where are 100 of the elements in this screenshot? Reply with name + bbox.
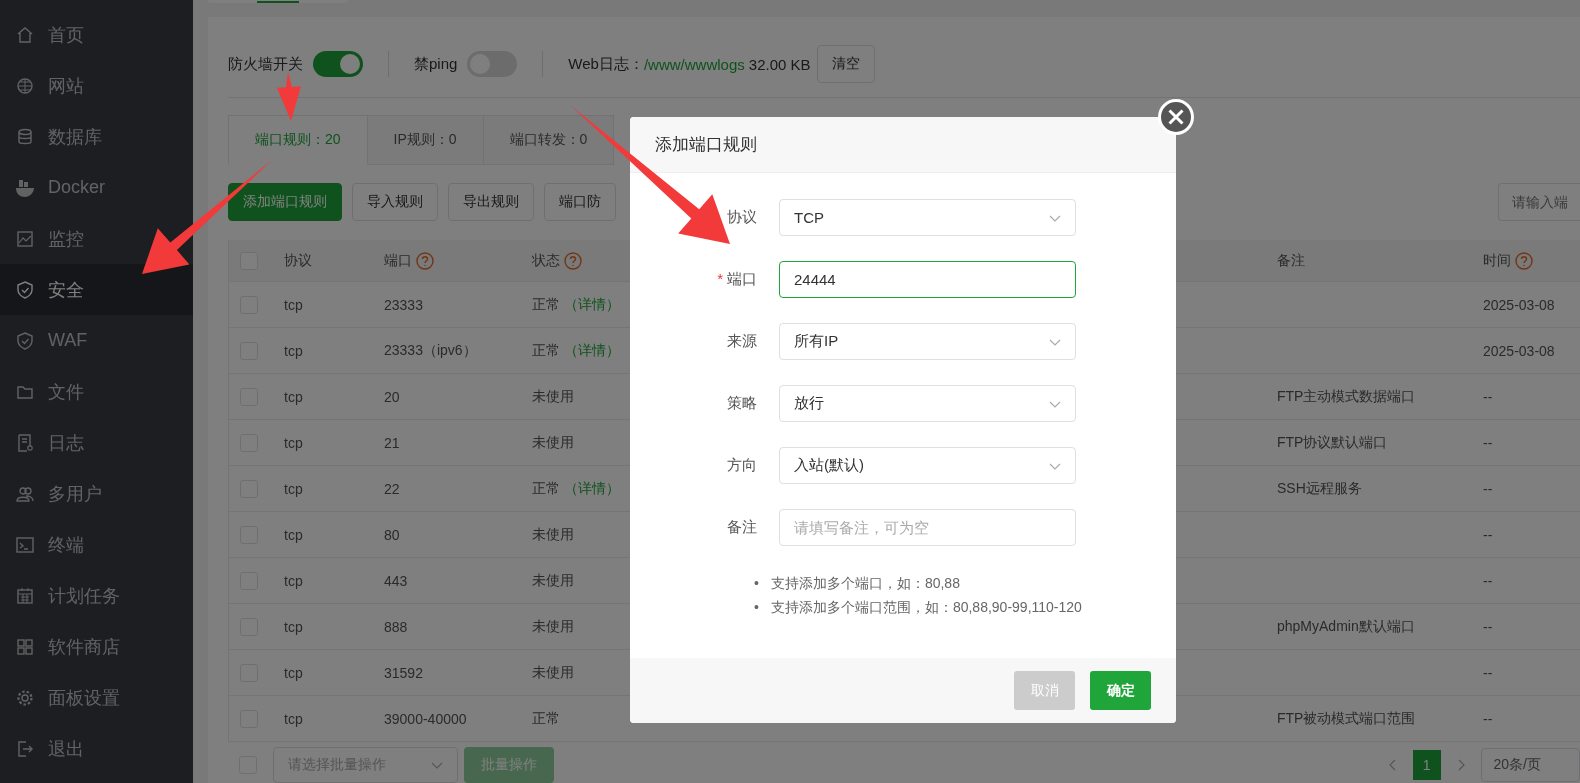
status-text: 正常: [532, 709, 560, 728]
details-link[interactable]: （详情）: [564, 479, 620, 498]
web-log-label: Web日志：: [568, 54, 644, 74]
table-cell: tcp: [284, 618, 303, 635]
status-text: 正常: [532, 295, 560, 314]
details-link[interactable]: （详情）: [564, 295, 620, 314]
settings-icon: [16, 688, 34, 707]
globe-icon: [16, 76, 34, 95]
status-text: 未使用: [532, 387, 574, 406]
required-mark: *: [717, 270, 723, 289]
table-cell: 21: [384, 434, 400, 451]
toggle-switch[interactable]: [313, 51, 363, 77]
field-label: 策略: [727, 394, 757, 413]
tab[interactable]: 端口转发：0: [483, 115, 615, 165]
table-cell: phpMyAdmin默认端口: [1277, 617, 1415, 636]
log-size: 32.00 KB: [748, 55, 811, 73]
page-size-select[interactable]: 20条/页: [1480, 748, 1580, 782]
table-cell: --: [1483, 664, 1493, 681]
field-label: 方向: [727, 456, 757, 475]
field-label: 来源: [727, 332, 757, 351]
confirm-button[interactable]: 确定: [1090, 671, 1151, 710]
sidebar-item[interactable]: 数据库: [0, 111, 193, 162]
help-icon[interactable]: [1515, 251, 1533, 270]
table-cell: FTP协议默认端口: [1277, 433, 1388, 452]
toggle-label: 防火墙开关: [228, 54, 303, 74]
status-text: 正常: [532, 479, 560, 498]
column-header: 备注: [1277, 251, 1305, 270]
help-icon[interactable]: [416, 251, 434, 270]
column-header: 协议: [284, 251, 312, 270]
table-cell: 22: [384, 480, 400, 497]
sidebar-item[interactable]: 监控: [0, 213, 193, 264]
column-header: 端口: [384, 251, 412, 270]
action-button[interactable]: 端口防: [544, 183, 616, 221]
table-cell: tcp: [284, 388, 303, 405]
sidebar-item[interactable]: 日志: [0, 417, 193, 468]
table-cell: 2025-03-08: [1483, 296, 1555, 313]
sidebar-item[interactable]: 终端: [0, 519, 193, 570]
database-icon: [16, 127, 34, 146]
action-button[interactable]: 添加端口规则: [228, 183, 342, 221]
table-cell: --: [1483, 526, 1493, 543]
sidebar-item[interactable]: 文件: [0, 366, 193, 417]
chart-icon: [16, 229, 34, 248]
table-cell: SSH远程服务: [1277, 479, 1362, 498]
clear-button[interactable]: 清空: [816, 45, 875, 83]
sidebar-item[interactable]: 网站: [0, 60, 193, 111]
sidebar-item[interactable]: 首页: [0, 9, 193, 60]
sidebar-item[interactable]: 计划任务: [0, 570, 193, 621]
status-text: 未使用: [532, 433, 574, 452]
table-cell: --: [1483, 480, 1493, 497]
select-field[interactable]: 放行: [779, 385, 1076, 422]
sidebar-item[interactable]: 面板设置: [0, 672, 193, 723]
field-label: 协议: [727, 208, 757, 227]
whale-icon: [16, 178, 34, 197]
input-field[interactable]: 请填写备注，可为空: [779, 509, 1076, 546]
table-cell: tcp: [284, 296, 303, 313]
sidebar-item[interactable]: Docker: [0, 162, 193, 213]
table-cell: tcp: [284, 664, 303, 681]
table-cell: 2025-03-08: [1483, 342, 1555, 359]
table-cell: 888: [384, 618, 408, 635]
field-label: 端口: [727, 270, 757, 289]
grid-icon: [16, 637, 34, 656]
terminal-icon: [16, 535, 34, 554]
status-text: 未使用: [532, 663, 574, 682]
select-field[interactable]: TCP: [779, 199, 1076, 236]
search-field[interactable]: 请输入端: [1498, 183, 1580, 221]
tab[interactable]: IP规则：0: [367, 115, 484, 165]
users-icon: [16, 484, 34, 503]
sidebar-item[interactable]: 软件商店: [0, 621, 193, 672]
action-button[interactable]: 导出规则: [448, 183, 534, 221]
home-icon: [16, 25, 34, 44]
table-cell: --: [1483, 618, 1493, 635]
select-field[interactable]: 入站(默认): [779, 447, 1076, 484]
table-cell: --: [1483, 572, 1493, 589]
sidebar-item[interactable]: 安全: [0, 264, 193, 315]
table-cell: FTP被动模式端口范围: [1277, 709, 1416, 728]
page-button[interactable]: 1: [1412, 750, 1441, 780]
table-cell: 39000-40000: [384, 710, 467, 727]
input-field[interactable]: 24444: [779, 261, 1076, 298]
column-header: 状态: [532, 251, 560, 270]
select-field[interactable]: 所有IP: [779, 323, 1076, 360]
shield-icon: [16, 280, 34, 299]
sidebar-item[interactable]: 退出: [0, 723, 193, 774]
table-cell: 23333（ipv6）: [384, 341, 477, 360]
table-cell: tcp: [284, 710, 303, 727]
table-cell: --: [1483, 388, 1493, 405]
table-cell: tcp: [284, 342, 303, 359]
action-button[interactable]: 导入规则: [352, 183, 438, 221]
tab[interactable]: 端口规则：20: [228, 115, 368, 165]
details-link[interactable]: （详情）: [564, 341, 620, 360]
status-text: 未使用: [532, 525, 574, 544]
tip-text: 支持添加多个端口范围，如：80,88,90-99,110-120: [770, 598, 1082, 617]
help-icon[interactable]: [564, 251, 582, 270]
status-text: 未使用: [532, 617, 574, 636]
annotation-arrow: [276, 72, 301, 121]
sidebar-item[interactable]: WAF: [0, 315, 193, 366]
table-cell: tcp: [284, 434, 303, 451]
log-path-link[interactable]: /www/wwwlogs: [643, 55, 745, 73]
bullet-mark: •: [754, 574, 759, 593]
table-cell: 23333: [384, 296, 423, 313]
sidebar-item[interactable]: 多用户: [0, 468, 193, 519]
